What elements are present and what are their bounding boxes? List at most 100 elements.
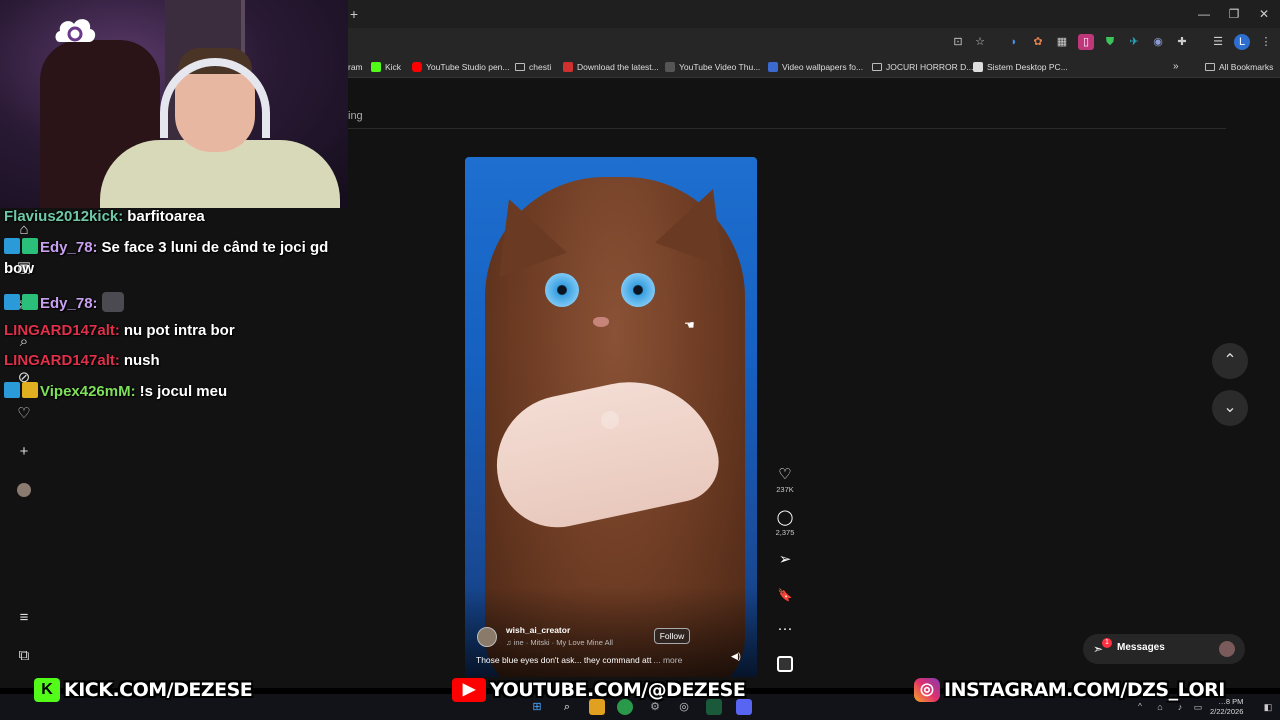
chat-username: Edy_78: bbox=[40, 295, 98, 312]
folder-icon bbox=[515, 63, 525, 71]
menu-hamburger-icon[interactable]: ≡ bbox=[14, 608, 34, 628]
comment-icon: ◯ bbox=[776, 509, 794, 526]
extension-icon[interactable]: ◗ bbox=[1006, 34, 1022, 50]
minimize-icon[interactable]: — bbox=[1196, 6, 1212, 22]
extension-icon[interactable]: ✿ bbox=[1030, 34, 1046, 50]
chat-username: Edy_78: bbox=[40, 239, 98, 256]
music-label[interactable]: ♫ ine · Mitski · My Love Mine All bbox=[506, 638, 613, 647]
kick-icon bbox=[371, 62, 381, 72]
youtube-icon bbox=[412, 62, 422, 72]
chat-message: LINGARD147alt: nush bbox=[4, 352, 160, 369]
chat-text: barfitoarea bbox=[127, 208, 205, 225]
comment-count: 2,375 bbox=[775, 528, 795, 537]
instagram-link-text: INSTAGRAM.COM/DZS_LORI bbox=[944, 679, 1225, 701]
divider bbox=[346, 128, 1226, 129]
bookmark-item[interactable]: Download the latest... bbox=[563, 60, 659, 74]
youtube-link-text: YOUTUBE.COM/@DEZESE bbox=[490, 679, 746, 701]
create-plus-icon[interactable]: + bbox=[14, 442, 34, 462]
cat-eye bbox=[545, 273, 579, 307]
share-button[interactable]: ➢ bbox=[772, 551, 798, 569]
bookmarks-overflow-icon[interactable]: » bbox=[1173, 60, 1179, 74]
chat-username: LINGARD147alt: bbox=[4, 322, 120, 339]
tab-search-icon[interactable]: ☰ bbox=[1210, 34, 1226, 50]
youtube-link: ▶ YOUTUBE.COM/@DEZESE bbox=[452, 677, 746, 703]
messages-label: Messages bbox=[1117, 642, 1165, 653]
creator-avatar[interactable] bbox=[477, 627, 497, 647]
kick-badge-icon bbox=[4, 238, 20, 254]
all-bookmarks-button[interactable]: All Bookmarks bbox=[1205, 60, 1273, 74]
heart-icon[interactable]: ♡ bbox=[14, 404, 34, 424]
chat-username: Flavius2012kick: bbox=[4, 208, 124, 225]
cat-eye bbox=[621, 273, 655, 307]
puzzle-icon[interactable]: ✚ bbox=[1174, 34, 1190, 50]
chat-text: bow bbox=[4, 260, 34, 277]
messages-button[interactable]: ➣ 1 Messages bbox=[1083, 634, 1245, 664]
bookmark-star-icon[interactable]: ☆ bbox=[972, 34, 988, 50]
chat-message: Flavius2012kick: barfitoarea bbox=[4, 208, 205, 225]
caption-text: Those blue eyes don't ask... they comman… bbox=[476, 655, 652, 665]
close-window-icon[interactable]: ✕ bbox=[1256, 6, 1272, 22]
next-reel-button[interactable]: ⌄ bbox=[1212, 390, 1248, 426]
chat-message: Vipex426mM: !s jocul meu bbox=[4, 382, 227, 400]
bookmark-folder[interactable]: chesti bbox=[515, 60, 551, 74]
creator-name[interactable]: wish_ai_creator bbox=[506, 625, 570, 635]
chat-text: nush bbox=[123, 352, 160, 369]
streamer-logo-icon bbox=[55, 19, 96, 42]
sub-badge-icon bbox=[22, 294, 38, 310]
profile-avatar[interactable] bbox=[14, 480, 34, 500]
bookmark-item[interactable]: Kick bbox=[371, 60, 401, 74]
download-site-icon bbox=[563, 62, 573, 72]
share-icon: ➢ bbox=[778, 551, 792, 568]
shield-icon[interactable]: ⛊ bbox=[1102, 34, 1118, 50]
bookmark-item[interactable]: Sistem Desktop PC... bbox=[973, 60, 1068, 74]
reel-video[interactable]: wish_ai_creator ♫ ine · Mitski · My Love… bbox=[465, 157, 757, 677]
heart-icon: ♡ bbox=[778, 466, 792, 483]
chat-text: nu pot intra bor bbox=[123, 322, 235, 339]
extension-icon[interactable]: ◉ bbox=[1150, 34, 1166, 50]
messages-avatar bbox=[1219, 641, 1235, 657]
save-button[interactable]: 🔖 bbox=[772, 586, 798, 604]
profile-avatar-icon[interactable]: L bbox=[1234, 34, 1250, 50]
bookmark-item[interactable]: YouTube Studio pen... bbox=[412, 60, 510, 74]
bookmark-item[interactable]: YouTube Video Thu... bbox=[665, 60, 760, 74]
like-button[interactable]: ♡ 237K bbox=[772, 466, 798, 494]
audio-thumbnail-icon bbox=[777, 656, 793, 672]
follow-button[interactable]: Follow bbox=[654, 628, 690, 644]
install-app-icon[interactable]: ⊡ bbox=[950, 34, 966, 50]
page-tab-label[interactable]: ing bbox=[348, 110, 363, 122]
chat-text: !s jocul meu bbox=[139, 383, 228, 400]
play-indicator bbox=[601, 411, 619, 429]
bookmark-folder[interactable]: JOCURI HORROR D... bbox=[872, 60, 973, 74]
restore-icon[interactable]: ❐ bbox=[1226, 6, 1242, 22]
comment-button[interactable]: ◯ 2,375 bbox=[772, 509, 798, 537]
previous-reel-button[interactable]: ⌃ bbox=[1212, 343, 1248, 379]
screen: + — ❐ ✕ ⊡ ☆ ◗ ✿ ▦ ▯ ⛊ ✈ ◉ ✚ ☰ L ⋮ ram Ki… bbox=[0, 0, 1280, 720]
kick-link: K KICK.COM/DEZESE bbox=[34, 677, 253, 703]
bookmark-item[interactable]: ram bbox=[348, 60, 363, 74]
extension-icon[interactable]: ▦ bbox=[1054, 34, 1070, 50]
kick-badge-icon bbox=[4, 294, 20, 310]
kick-logo-icon: K bbox=[34, 678, 60, 702]
video-caption: Those blue eyes don't ask... they comman… bbox=[476, 655, 682, 665]
extension-icon[interactable]: ▯ bbox=[1078, 34, 1094, 50]
threads-apps-icon[interactable]: ⧉ bbox=[14, 646, 34, 666]
chat-message: bow bbox=[4, 260, 34, 277]
menu-kebab-icon[interactable]: ⋮ bbox=[1258, 34, 1274, 50]
more-dots-icon: ··· bbox=[777, 620, 793, 637]
clock-date: 2/22/2026 bbox=[1210, 707, 1244, 716]
extension-icon[interactable]: ✈ bbox=[1126, 34, 1142, 50]
folder-icon bbox=[872, 63, 882, 71]
bookmark-item[interactable]: Video wallpapers fo... bbox=[768, 60, 863, 74]
more-button[interactable]: ··· bbox=[772, 620, 798, 638]
bookmark-icon: 🔖 bbox=[777, 588, 793, 602]
chat-emote bbox=[101, 292, 124, 312]
site-icon bbox=[768, 62, 778, 72]
more-link[interactable]: ... more bbox=[654, 655, 683, 665]
chat-text: Se face 3 luni de când te joci gd bbox=[101, 239, 329, 256]
site-icon bbox=[973, 62, 983, 72]
chat-message: LINGARD147alt: nu pot intra bor bbox=[4, 322, 235, 339]
instagram-link: ◎ INSTAGRAM.COM/DZS_LORI bbox=[914, 677, 1225, 703]
kick-link-text: KICK.COM/DEZESE bbox=[64, 679, 253, 701]
volume-icon[interactable]: ◀) bbox=[731, 651, 743, 661]
new-tab-button[interactable]: + bbox=[346, 6, 362, 22]
